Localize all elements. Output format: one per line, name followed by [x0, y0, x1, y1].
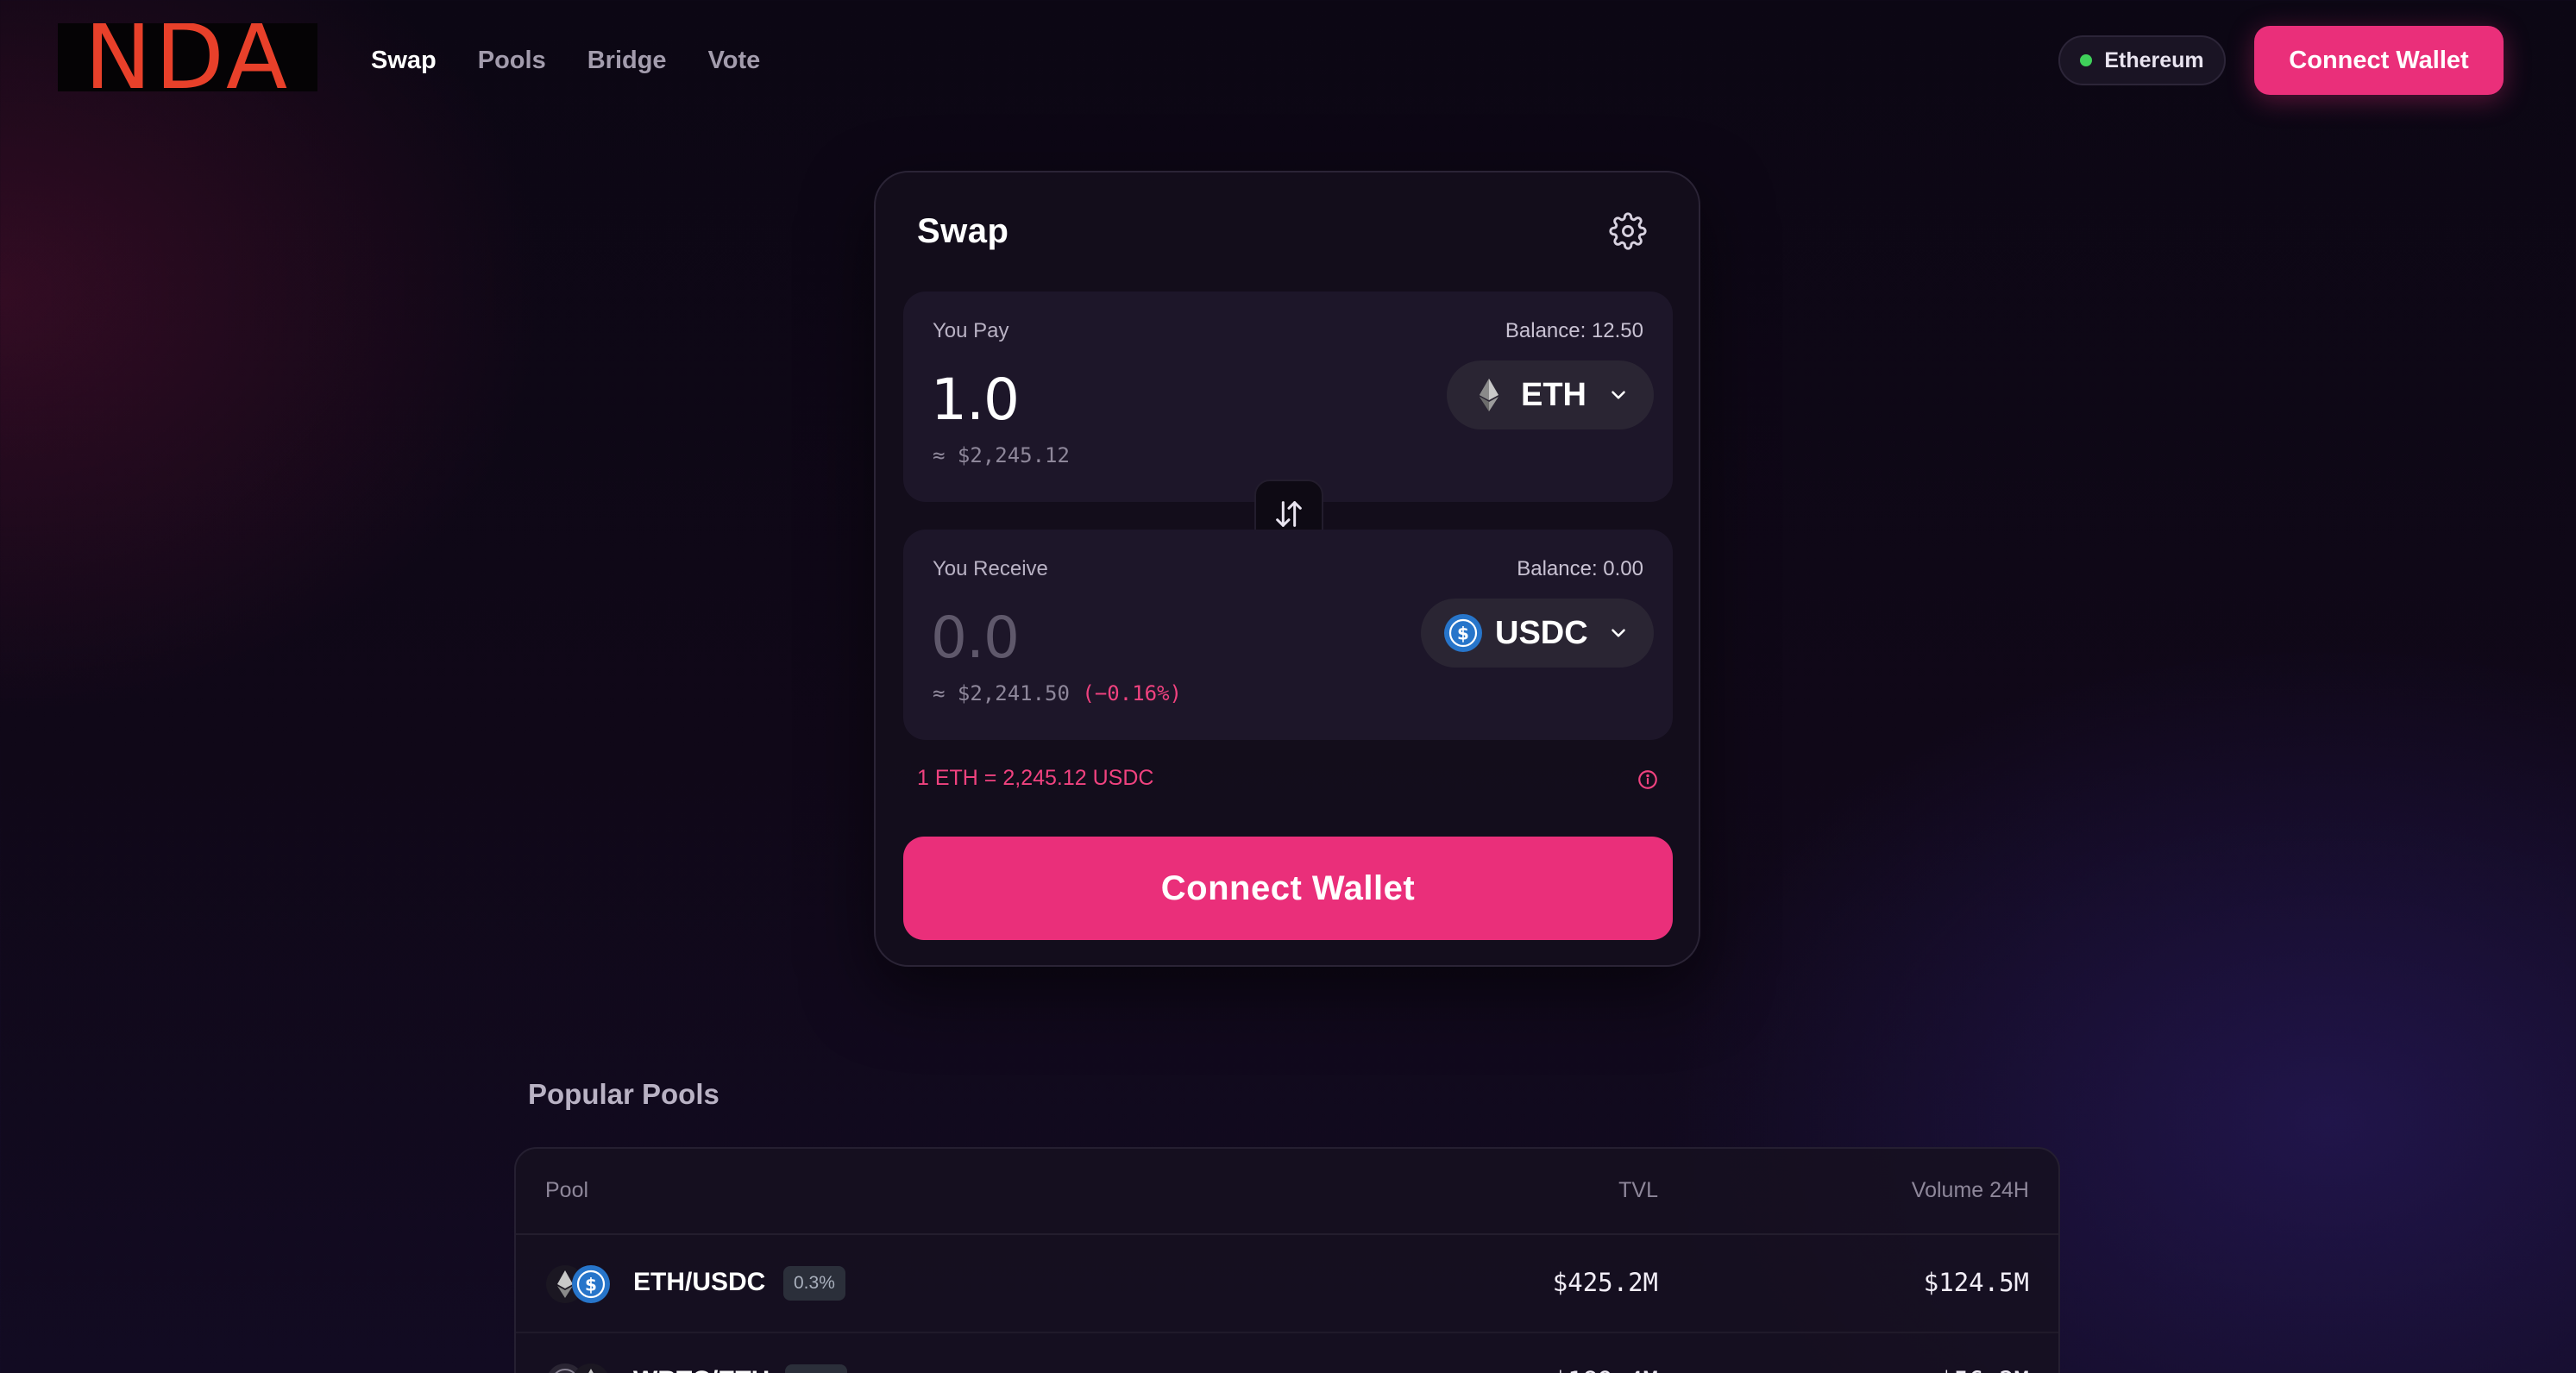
brand-logo[interactable]: NDA [58, 23, 317, 91]
pool-volume: $56.2M [1938, 1366, 2029, 1373]
price-impact: (−0.16%) [1082, 681, 1182, 705]
pay-balance: Balance: 12.50 [1505, 319, 1643, 342]
table-row[interactable]: $ ETH/USDC 0.3% $425.2M $124.5M [516, 1235, 2058, 1333]
fee-badge: 0.3% [783, 1266, 845, 1301]
pool-pair-name: WBTC/ETH [633, 1366, 770, 1373]
receive-panel: You Receive Balance: 0.00 ≈ $2,241.50 (−… [903, 530, 1673, 740]
fee-badge: 0.3% [785, 1364, 847, 1373]
column-tvl: TVL [1618, 1178, 1658, 1202]
network-selector[interactable]: Ethereum [2058, 35, 2226, 85]
table-row[interactable]: WBTC/ETH 0.3% $189.4M $56.2M [516, 1333, 2058, 1373]
connect-wallet-button[interactable]: Connect Wallet [903, 837, 1673, 940]
usdc-icon: $ [1444, 614, 1482, 652]
network-label: Ethereum [2104, 47, 2204, 72]
info-icon[interactable] [1637, 768, 1659, 791]
receive-token-selector[interactable]: $ USDC [1421, 599, 1654, 668]
exchange-rate: 1 ETH = 2,245.12 USDC [917, 766, 1154, 790]
pair-icons: $ [545, 1264, 614, 1304]
swap-title: Swap [917, 212, 1009, 250]
pay-amount-input[interactable] [931, 360, 1379, 438]
swap-card: Swap You Pay Balance: 12.50 ≈ $2,245.12 … [874, 171, 1700, 967]
chevron-down-icon [1612, 391, 1625, 399]
pair-icons [545, 1363, 614, 1373]
nav-swap[interactable]: Swap [371, 43, 437, 78]
pay-usd-value: ≈ $2,245.12 [933, 443, 1070, 467]
main-nav: Swap Pools Bridge Vote [371, 43, 760, 78]
nav-vote[interactable]: Vote [708, 43, 761, 78]
receive-usd-amount: ≈ $2,241.50 [933, 681, 1070, 705]
pools-table: Pool TVL Volume 24H $ ETH/USDC 0.3% $425… [514, 1147, 2060, 1373]
receive-token-symbol: USDC [1495, 614, 1588, 651]
receive-usd-value: ≈ $2,241.50 (−0.16%) [933, 681, 1182, 705]
pool-tvl: $425.2M [1552, 1268, 1658, 1297]
pay-panel: You Pay Balance: 12.50 ≈ $2,245.12 ETH [903, 292, 1673, 502]
network-status-dot [2080, 54, 2093, 66]
pool-volume: $124.5M [1923, 1268, 2029, 1297]
eth-icon [574, 1364, 608, 1373]
receive-amount-input[interactable] [931, 599, 1379, 676]
table-header: Pool TVL Volume 24H [516, 1149, 2058, 1235]
chevron-down-icon [1612, 629, 1625, 637]
receive-label: You Receive [933, 557, 1048, 580]
popular-pools-title: Popular Pools [528, 1078, 719, 1110]
nav-bridge[interactable]: Bridge [587, 43, 667, 78]
pool-pair-name: ETH/USDC [633, 1268, 766, 1296]
usdc-icon: $ [572, 1265, 610, 1303]
column-volume: Volume 24H [1911, 1178, 2029, 1202]
top-bar: NDA Swap Pools Bridge Vote Ethereum Conn… [0, 0, 2576, 121]
swap-arrows-icon [1276, 501, 1302, 527]
pay-label: You Pay [933, 319, 1009, 342]
gear-icon[interactable] [1609, 212, 1647, 250]
pay-token-selector[interactable]: ETH [1447, 360, 1654, 429]
eth-icon [1480, 379, 1498, 411]
column-pool: Pool [545, 1178, 589, 1202]
pool-tvl: $189.4M [1553, 1366, 1658, 1373]
header-connect-wallet-button[interactable]: Connect Wallet [2254, 26, 2504, 95]
receive-balance: Balance: 0.00 [1517, 557, 1643, 580]
pay-token-symbol: ETH [1521, 376, 1586, 413]
nav-pools[interactable]: Pools [478, 43, 546, 78]
svg-text:$: $ [1457, 624, 1469, 644]
svg-text:$: $ [585, 1275, 597, 1295]
